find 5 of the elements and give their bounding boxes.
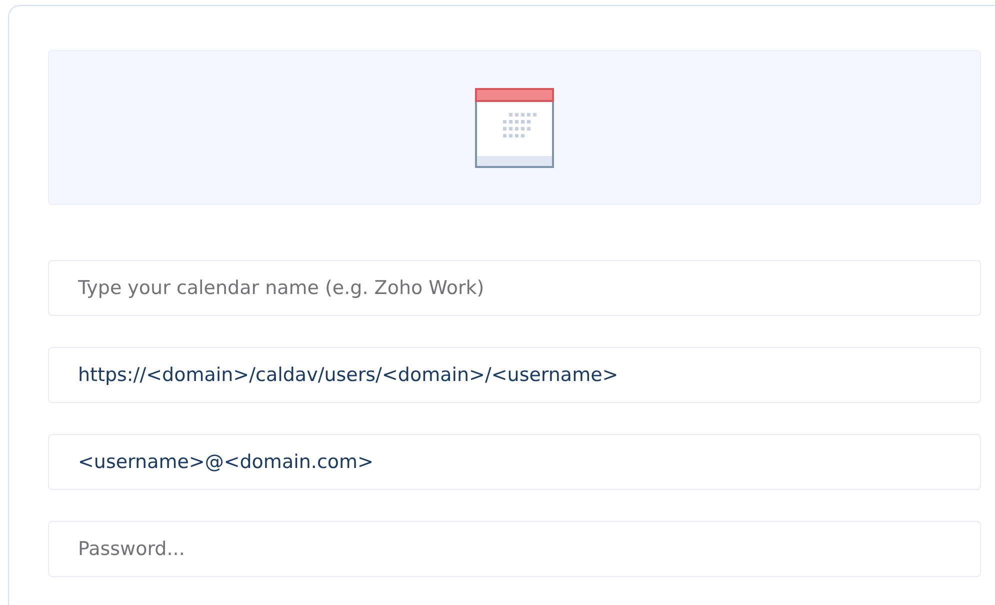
- input-field[interactable]: https://<domain>/caldav/users/<domain>/<username>: [48, 347, 981, 403]
- calendar-icon: [475, 88, 554, 168]
- input-field[interactable]: Type your calendar name (e.g. Zoho Work): [48, 260, 981, 316]
- input-field[interactable]: Password...: [48, 521, 981, 577]
- input-field[interactable]: <username>@<domain.com>: [48, 434, 981, 490]
